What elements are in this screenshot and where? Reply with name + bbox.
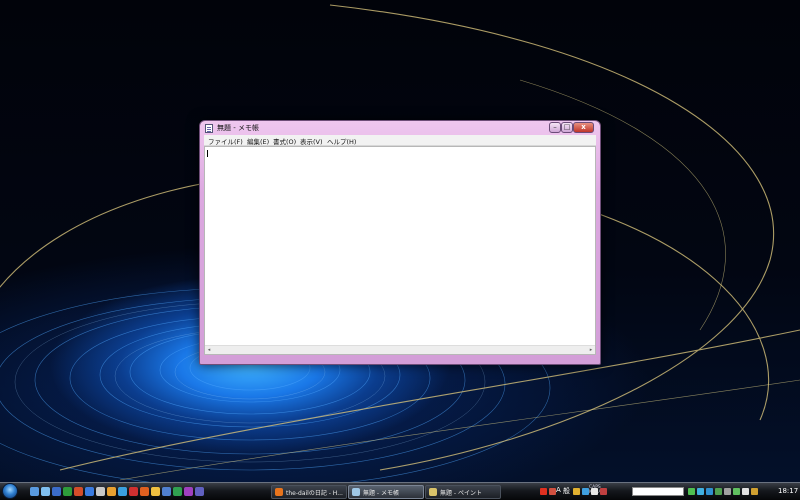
notification-icon[interactable] — [742, 488, 749, 495]
clock[interactable]: 18:17 — [778, 487, 798, 495]
taskbar-window-browser[interactable]: the-dailの日記 - H... — [271, 485, 347, 499]
firefox-icon — [275, 488, 283, 496]
quick-launch-icon[interactable] — [140, 487, 149, 496]
tray-app-icon[interactable] — [549, 488, 556, 495]
window-title: 無題 - メモ帳 — [217, 124, 259, 132]
taskbar: the-dailの日記 - H... 無題 - メモ帳 無題 - ペイント A … — [0, 482, 800, 500]
notepad-window[interactable]: 無題 - メモ帳 – □ x ファイル(F) 編集(E) 書式(O) 表示(V)… — [199, 120, 601, 365]
taskbar-search-box[interactable] — [632, 487, 684, 496]
quick-launch-icon[interactable] — [195, 487, 204, 496]
minimize-button[interactable]: – — [549, 122, 561, 133]
quick-launch-icon[interactable] — [184, 487, 193, 496]
paint-icon — [429, 488, 437, 496]
quick-launch-icon[interactable] — [118, 487, 127, 496]
notepad-icon — [352, 488, 360, 496]
quick-launch-icon[interactable] — [173, 487, 182, 496]
notification-icon[interactable] — [706, 488, 713, 495]
notification-icon[interactable] — [697, 488, 704, 495]
ime-input-mode[interactable]: 般 — [563, 486, 570, 496]
quick-launch-icon[interactable] — [129, 487, 138, 496]
menu-help[interactable]: ヘルプ(H) — [327, 136, 356, 146]
quick-launch-icon[interactable] — [85, 487, 94, 496]
scroll-left-icon[interactable]: ◂ — [205, 346, 213, 354]
ime-toolbar-icon[interactable] — [600, 488, 607, 495]
close-button[interactable]: x — [573, 122, 594, 133]
horizontal-scrollbar[interactable]: ◂ ▸ — [205, 345, 595, 354]
taskbar-window-label: 無題 - ペイント — [440, 490, 482, 497]
quick-launch-icon[interactable] — [30, 487, 39, 496]
quick-launch-icon[interactable] — [107, 487, 116, 496]
ime-toolbar-icon[interactable] — [591, 488, 598, 495]
notification-icon[interactable] — [724, 488, 731, 495]
quick-launch-icon[interactable] — [52, 487, 61, 496]
text-caret — [207, 150, 208, 157]
menu-bar: ファイル(F) 編集(E) 書式(O) 表示(V) ヘルプ(H) — [204, 135, 596, 146]
notepad-icon[interactable] — [205, 124, 213, 133]
quick-launch-icon[interactable] — [63, 487, 72, 496]
ime-mode-indicator[interactable]: A — [556, 486, 561, 494]
menu-edit[interactable]: 編集(E) — [247, 136, 269, 146]
text-editor-area[interactable]: ◂ ▸ — [204, 146, 596, 355]
taskbar-window-notepad[interactable]: 無題 - メモ帳 — [348, 485, 424, 499]
ime-toolbar-icon[interactable] — [582, 488, 589, 495]
menu-file[interactable]: ファイル(F) — [208, 136, 243, 146]
quick-launch-icon[interactable] — [41, 487, 50, 496]
menu-format[interactable]: 書式(O) — [273, 136, 296, 146]
taskbar-window-paint[interactable]: 無題 - ペイント — [425, 485, 501, 499]
quick-launch-icon[interactable] — [96, 487, 105, 496]
tray-app-icon[interactable] — [540, 488, 547, 495]
notification-icon[interactable] — [715, 488, 722, 495]
maximize-button[interactable]: □ — [561, 122, 573, 133]
taskbar-window-label: 無題 - メモ帳 — [363, 490, 399, 497]
ime-toolbar-icon[interactable] — [573, 488, 580, 495]
menu-view[interactable]: 表示(V) — [300, 136, 323, 146]
taskbar-window-label: the-dailの日記 - H... — [286, 490, 343, 497]
scroll-right-icon[interactable]: ▸ — [587, 346, 595, 354]
quick-launch-icon[interactable] — [74, 487, 83, 496]
notification-icon[interactable] — [733, 488, 740, 495]
quick-launch-icon[interactable] — [162, 487, 171, 496]
start-button[interactable] — [2, 483, 18, 499]
notification-icon[interactable] — [688, 488, 695, 495]
quick-launch-icon[interactable] — [151, 487, 160, 496]
notification-icon[interactable] — [751, 488, 758, 495]
title-bar[interactable]: 無題 - メモ帳 – □ x — [200, 121, 600, 135]
